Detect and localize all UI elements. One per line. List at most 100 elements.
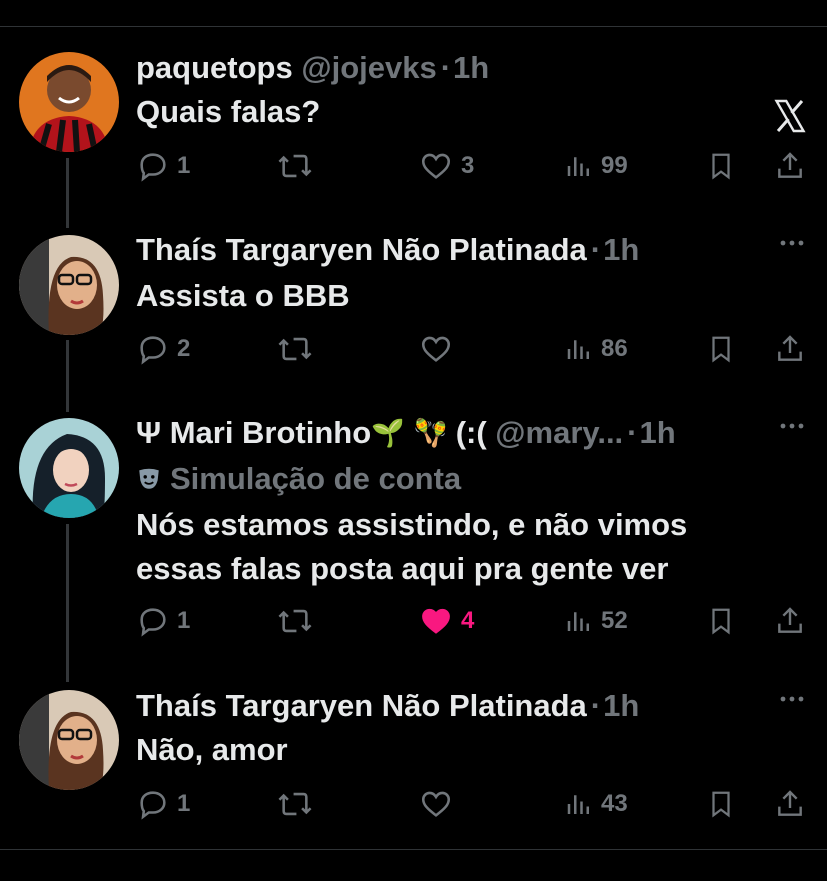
bookmark-button[interactable] <box>706 148 736 184</box>
reply-icon <box>140 608 166 637</box>
tweet-text-line: essas falas posta aqui pra gente ver <box>136 551 669 586</box>
share-button[interactable] <box>774 148 806 184</box>
view-count: 86 <box>601 335 628 362</box>
retweet-icon <box>278 792 312 816</box>
more-icon[interactable] <box>777 228 807 258</box>
tweet-header: paquetops @jojevks ·1h <box>136 50 489 86</box>
views-button[interactable]: 86 <box>564 331 628 367</box>
heart-icon <box>421 153 451 179</box>
reply-icon <box>140 336 166 365</box>
action-bar: 1 3 99 <box>0 148 827 184</box>
retweet-button[interactable] <box>276 331 321 367</box>
user-handle[interactable]: @jojevks <box>301 50 436 85</box>
share-icon <box>778 335 802 361</box>
user-handle[interactable]: @mary... <box>495 415 623 450</box>
reply-button[interactable]: 1 <box>136 148 190 184</box>
avatar[interactable] <box>19 52 119 152</box>
bookmark-button[interactable] <box>706 786 736 822</box>
avatar[interactable] <box>19 418 119 518</box>
share-button[interactable] <box>774 786 806 822</box>
timestamp[interactable]: 1h <box>453 50 489 85</box>
heart-icon <box>421 791 451 817</box>
bookmark-icon <box>712 153 730 180</box>
views-button[interactable]: 43 <box>564 786 628 822</box>
timestamp[interactable]: 1h <box>603 232 639 267</box>
retweet-icon <box>278 337 312 361</box>
reply-icon <box>140 153 166 182</box>
separator-dot: · <box>590 688 602 723</box>
display-name[interactable]: Thaís Targaryen Não Platinada <box>136 232 587 267</box>
view-count: 99 <box>601 152 628 179</box>
reply-count: 2 <box>177 335 191 362</box>
like-button[interactable] <box>418 786 461 822</box>
display-name[interactable]: Thaís Targaryen Não Platinada <box>136 688 587 723</box>
reply-button[interactable]: 1 <box>136 786 190 822</box>
thread-page: paquetops @jojevks·1h Quais falas? 1 3 <box>0 0 827 881</box>
action-bar: 1 4 52 <box>0 603 827 639</box>
tweet-text: Quais falas? <box>136 94 321 129</box>
avatar[interactable] <box>19 235 119 335</box>
tweet-header: Ψ Mari Brotinho🌱 🪇 (:( @mary... ·1h <box>136 415 676 451</box>
views-icon <box>567 612 589 631</box>
seedling-icon: 🌱 <box>371 418 405 448</box>
parody-label: Simulação de conta <box>136 461 461 497</box>
separator-dot: · <box>590 232 602 267</box>
tweet-header: Thaís Targaryen Não Platinada ·1h <box>136 232 639 268</box>
separator-dot: · <box>627 415 638 450</box>
top-divider <box>0 26 827 27</box>
display-name[interactable]: Ψ Mari Brotinho <box>136 415 371 450</box>
reply-icon <box>140 791 166 820</box>
retweet-button[interactable] <box>276 148 321 184</box>
heart-icon <box>421 336 451 362</box>
tweet-text: Assista o BBB <box>136 278 350 313</box>
bookmark-button[interactable] <box>706 603 736 639</box>
like-button[interactable]: 3 <box>418 148 474 184</box>
bookmark-icon <box>712 608 730 635</box>
like-button[interactable]: 4 <box>418 603 474 639</box>
retweet-icon <box>278 154 312 178</box>
action-bar: 1 43 <box>0 786 827 822</box>
parody-label-text: Simulação de conta <box>170 461 462 496</box>
share-icon <box>778 152 802 178</box>
view-count: 43 <box>601 790 628 817</box>
retweet-button[interactable] <box>276 603 321 639</box>
tweet-header: Thaís Targaryen Não Platinada ·1h <box>136 688 639 724</box>
theater-mask-icon <box>139 468 159 489</box>
views-icon <box>567 795 589 814</box>
more-icon[interactable] <box>777 411 807 441</box>
separator-dot: · <box>440 50 452 85</box>
more-icon[interactable] <box>777 684 807 714</box>
timestamp[interactable]: 1h <box>603 688 639 723</box>
reply-button[interactable]: 2 <box>136 331 190 367</box>
views-icon <box>567 157 589 176</box>
maracas-icon: 🪇 <box>413 418 448 448</box>
retweet-button[interactable] <box>276 786 321 822</box>
bottom-divider <box>0 849 827 850</box>
bookmark-icon <box>712 336 730 363</box>
share-icon <box>778 790 802 816</box>
like-count: 4 <box>461 607 475 634</box>
share-button[interactable] <box>774 603 806 639</box>
bookmark-button[interactable] <box>706 331 736 367</box>
reply-count: 1 <box>177 790 191 817</box>
action-bar: 2 86 <box>0 331 827 367</box>
like-button[interactable] <box>418 331 461 367</box>
heart-filled-icon <box>422 608 450 634</box>
share-button[interactable] <box>774 331 806 367</box>
tweet-text: Não, amor <box>136 732 288 767</box>
retweet-icon <box>278 609 312 633</box>
reply-count: 1 <box>177 607 191 634</box>
view-count: 52 <box>601 607 628 634</box>
like-count: 3 <box>461 152 475 179</box>
tweet-text-line: Nós estamos assistindo, e não vimos <box>136 507 688 542</box>
views-button[interactable]: 52 <box>564 603 628 639</box>
views-icon <box>567 340 589 359</box>
timestamp[interactable]: 1h <box>640 415 676 450</box>
reply-button[interactable]: 1 <box>136 603 190 639</box>
avatar[interactable] <box>19 690 119 790</box>
reply-count: 1 <box>177 152 191 179</box>
display-name[interactable]: paquetops <box>136 50 293 85</box>
display-name-suffix: (:( <box>455 415 487 450</box>
share-icon <box>778 607 802 633</box>
views-button[interactable]: 99 <box>564 148 628 184</box>
